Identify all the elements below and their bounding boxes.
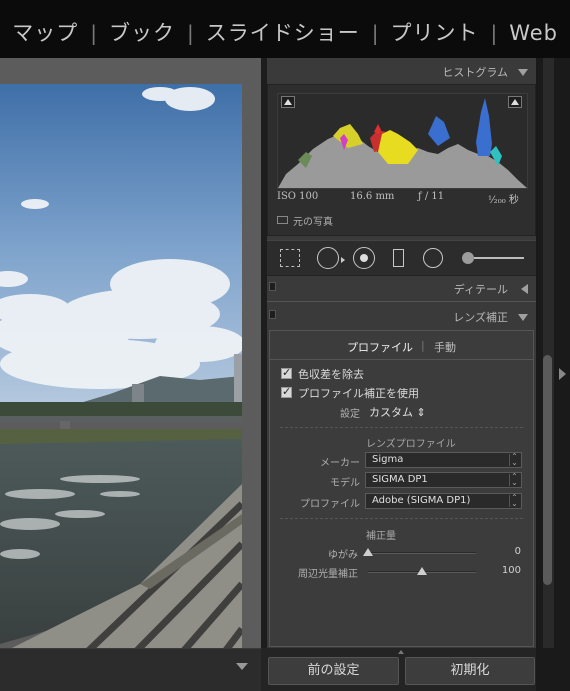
chevron-down-icon[interactable] xyxy=(236,663,248,670)
original-photo-checkbox[interactable] xyxy=(277,216,288,224)
module-book[interactable]: ブック xyxy=(109,18,175,48)
remove-ca-label: 色収差を除去 xyxy=(298,368,364,381)
module-separator: | xyxy=(186,21,194,45)
lens-correction-panel: プロファイル | 手動 色収差を除去 プロファイル補正を使用 設定 カスタム ⇕… xyxy=(267,330,536,648)
lens-correction-header[interactable]: レンズ補正 xyxy=(267,305,536,329)
setup-select[interactable]: カスタム ⇕ xyxy=(369,404,426,420)
module-web[interactable]: Web xyxy=(509,18,558,48)
adjustment-brush-icon[interactable] xyxy=(462,252,474,264)
tab-profile[interactable]: プロファイル xyxy=(347,339,413,355)
graduated-filter-icon[interactable] xyxy=(393,249,404,267)
updown-icon: ⌃ ⌄ xyxy=(509,494,519,508)
chevron-down-icon[interactable] xyxy=(518,69,528,76)
make-value: Sigma xyxy=(372,454,404,465)
photo-preview[interactable] xyxy=(0,84,242,678)
tab-separator: | xyxy=(421,339,425,352)
module-map[interactable]: マップ xyxy=(12,18,78,48)
model-label: モデル xyxy=(330,478,360,489)
highlight-clipping-toggle[interactable] xyxy=(508,96,522,108)
vignetting-value[interactable]: 100 xyxy=(502,565,521,576)
vignetting-label: 周辺光量補正 xyxy=(298,569,358,580)
panel-switch[interactable] xyxy=(269,310,276,319)
scrollbar-thumb[interactable] xyxy=(543,355,552,585)
make-label: メーカー xyxy=(320,458,360,469)
original-photo-label: 元の写真 xyxy=(293,217,333,228)
exif-iso: ISO 100 xyxy=(277,191,319,202)
make-select[interactable]: Sigma ⌃ ⌄ xyxy=(365,452,522,468)
module-slideshow[interactable]: スライドショー xyxy=(206,18,360,48)
updown-icon: ⌃ ⌄ xyxy=(509,473,519,487)
previous-settings-button[interactable]: 前の設定 xyxy=(268,657,399,685)
panel-grip-icon xyxy=(398,650,404,654)
lens-profile-heading: レンズプロファイル xyxy=(366,439,456,450)
divider xyxy=(280,518,523,519)
vignetting-slider[interactable] xyxy=(368,567,476,575)
exif-aperture: ƒ / 11 xyxy=(418,191,445,202)
profile-select[interactable]: Adobe (SIGMA DP1) ⌃ ⌄ xyxy=(365,493,522,509)
distortion-value[interactable]: 0 xyxy=(515,546,521,557)
remove-ca-checkbox[interactable] xyxy=(281,366,292,379)
chevron-left-icon[interactable] xyxy=(521,284,528,294)
module-print[interactable]: プリント xyxy=(390,18,478,48)
model-value: SIGMA DP1 xyxy=(372,474,428,485)
enable-profile-checkbox[interactable] xyxy=(281,385,292,398)
profile-value: Adobe (SIGMA DP1) xyxy=(372,495,471,506)
red-eye-dot-icon xyxy=(360,254,368,262)
model-select[interactable]: SIGMA DP1 ⌃ ⌄ xyxy=(365,472,522,488)
module-list: | マップ | ブック | スライドショー | プリント | Web xyxy=(0,18,558,48)
enable-profile-label: プロファイル補正を使用 xyxy=(298,387,419,400)
chevron-down-icon[interactable] xyxy=(518,314,528,321)
lens-correction-box: プロファイル | 手動 色収差を除去 プロファイル補正を使用 設定 カスタム ⇕… xyxy=(269,330,534,647)
shadow-clipping-toggle[interactable] xyxy=(281,96,295,108)
divider xyxy=(280,427,523,428)
panel-switch[interactable] xyxy=(269,282,276,291)
lens-tabs: プロファイル | 手動 xyxy=(270,331,533,360)
distortion-slider-thumb[interactable] xyxy=(363,548,373,556)
chevron-right-icon[interactable] xyxy=(559,368,566,380)
histogram-graph xyxy=(277,93,528,189)
module-picker-bar: | マップ | ブック | スライドショー | プリント | Web xyxy=(0,0,570,58)
vignetting-slider-thumb[interactable] xyxy=(417,567,427,575)
distortion-label: ゆがみ xyxy=(328,550,358,561)
histogram-title: ヒストグラム xyxy=(442,66,508,79)
module-separator: | xyxy=(90,21,97,45)
reset-button[interactable]: 初期化 xyxy=(405,657,535,685)
section-divider xyxy=(267,301,536,302)
module-separator: | xyxy=(371,21,379,45)
histogram-panel: ISO 100 16.6 mm ƒ / 11 ¹⁄₂₀₀ 秒 元の写真 xyxy=(267,84,536,236)
module-separator: | xyxy=(490,21,498,45)
setup-label: 設定 xyxy=(340,409,360,420)
detail-header[interactable]: ディテール xyxy=(267,277,536,301)
distortion-slider[interactable] xyxy=(363,548,476,556)
adjustment-brush-line xyxy=(474,257,524,259)
histogram-header[interactable]: ヒストグラム xyxy=(267,60,536,84)
toolbar-strip xyxy=(0,648,261,691)
photo-canvas[interactable] xyxy=(0,58,261,678)
tool-strip xyxy=(267,240,536,276)
radial-filter-icon[interactable] xyxy=(423,248,443,268)
tab-manual[interactable]: 手動 xyxy=(434,339,456,355)
exif-shutter: ¹⁄₂₀₀ 秒 xyxy=(488,195,519,206)
amount-heading: 補正量 xyxy=(366,531,396,542)
crop-icon[interactable] xyxy=(280,249,300,267)
detail-title: ディテール xyxy=(453,283,508,296)
profile-label: プロファイル xyxy=(300,499,360,510)
updown-icon: ⌃ ⌄ xyxy=(509,453,519,467)
spot-removal-arrow-icon xyxy=(341,257,345,263)
exif-focal-length: 16.6 mm xyxy=(350,191,395,202)
lens-correction-title: レンズ補正 xyxy=(453,311,508,324)
spot-removal-icon[interactable] xyxy=(317,247,339,269)
